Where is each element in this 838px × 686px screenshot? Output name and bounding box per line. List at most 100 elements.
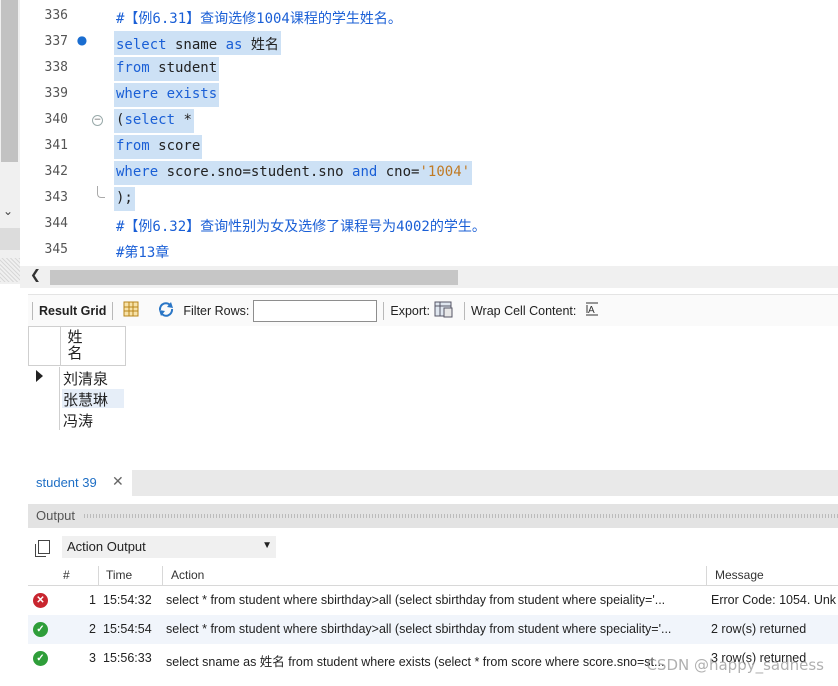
- line-number: 344: [44, 216, 68, 231]
- side-panel-splitter[interactable]: [0, 258, 20, 282]
- horizontal-scroll-thumb[interactable]: [50, 270, 458, 285]
- sql-token: 姓名: [242, 37, 279, 53]
- sql-keyword: from: [116, 60, 150, 76]
- grid-header: 姓名: [28, 326, 126, 366]
- sql-token: );: [116, 190, 133, 206]
- sql-comment: #第13章: [116, 245, 170, 261]
- sql-string: '1004': [419, 164, 471, 180]
- sql-editor[interactable]: 336 #【例6.31】查询选修1004课程的学生姓名。 337 ● select sn…: [20, 0, 838, 266]
- left-panel-strip: ⌄: [0, 0, 20, 284]
- column-header-num[interactable]: #: [63, 568, 70, 582]
- line-number: 345: [44, 242, 68, 257]
- row-number: 2: [89, 622, 96, 636]
- grid-cell[interactable]: 刘清泉: [62, 368, 108, 388]
- code-text[interactable]: #第13章: [114, 239, 171, 263]
- code-text[interactable]: #【例6.32】查询性别为女及选修了课程号为4002的学生。: [114, 213, 488, 237]
- line-number: 341: [44, 138, 68, 153]
- line-number: 336: [44, 8, 68, 23]
- filter-rows-input[interactable]: [253, 299, 378, 322]
- row-message: 2 row(s) returned: [711, 622, 807, 636]
- output-row[interactable]: ✓ 2 15:54:54 select * from student where sb…: [28, 615, 838, 644]
- current-statement-dot-icon: ●: [76, 33, 88, 47]
- grid-corner-cell[interactable]: [29, 327, 61, 365]
- sql-token: student: [149, 60, 218, 76]
- code-text[interactable]: );: [114, 187, 135, 211]
- grid-layout-icon[interactable]: [123, 301, 139, 320]
- code-line[interactable]: 339 where exists: [20, 82, 838, 108]
- code-line[interactable]: 336 #【例6.31】查询选修1004课程的学生姓名。: [20, 4, 838, 30]
- output-row[interactable]: ✕ 1 15:54:32 select * from student where sb…: [28, 586, 838, 615]
- refresh-filter-icon[interactable]: [157, 301, 175, 320]
- row-number: 1: [89, 593, 96, 607]
- sql-keyword: select: [124, 112, 176, 128]
- copy-icon[interactable]: [35, 540, 50, 557]
- scroll-left-arrow-icon[interactable]: ❮: [30, 268, 41, 283]
- line-number: 338: [44, 60, 68, 75]
- grid-cell[interactable]: 张慧琳: [62, 389, 124, 409]
- sql-token: cno=: [377, 164, 420, 180]
- column-header-action[interactable]: Action: [171, 568, 204, 582]
- close-icon[interactable]: ✕: [112, 474, 124, 490]
- column-header-message[interactable]: Message: [715, 568, 764, 582]
- code-line[interactable]: 342 where score.sno=student.sno and cno='…: [20, 160, 838, 186]
- column-separator[interactable]: [706, 566, 707, 586]
- row-header[interactable]: [28, 409, 60, 430]
- row-time: 15:56:33: [103, 651, 152, 665]
- grid-cell[interactable]: 冯涛: [62, 410, 93, 430]
- row-header[interactable]: [28, 367, 60, 388]
- code-text[interactable]: select sname as 姓名: [114, 31, 281, 55]
- toolbar-separator: [383, 301, 385, 320]
- chevron-down-icon[interactable]: ⌄: [3, 204, 13, 218]
- sql-keyword: select: [116, 37, 167, 53]
- fold-end-marker: [97, 186, 105, 198]
- output-type-select[interactable]: Action Output ▼: [62, 536, 276, 558]
- column-header-name[interactable]: 姓名: [65, 330, 85, 362]
- panel-grip[interactable]: [84, 514, 838, 518]
- code-line[interactable]: 345 #第13章: [20, 238, 838, 264]
- toolbar-separator: [32, 301, 33, 320]
- row-time: 15:54:32: [103, 593, 152, 607]
- code-line[interactable]: 341 from score: [20, 134, 838, 160]
- code-line[interactable]: 343);: [20, 186, 838, 212]
- line-number: 342: [44, 164, 68, 179]
- dropdown-arrow-icon[interactable]: ▼: [262, 540, 272, 551]
- export-label: Export:: [390, 303, 430, 318]
- code-text[interactable]: where score.sno=student.sno and cno='100…: [114, 161, 473, 185]
- code-text[interactable]: from score: [114, 135, 203, 159]
- code-line[interactable]: 338 from student: [20, 56, 838, 82]
- filter-rows-label: Filter Rows:: [183, 303, 250, 318]
- column-header-time[interactable]: Time: [106, 568, 132, 582]
- grid-row[interactable]: 冯涛: [28, 409, 126, 430]
- wrap-cell-icon[interactable]: A: [584, 301, 600, 320]
- code-text[interactable]: (select *: [114, 109, 194, 133]
- code-line[interactable]: 337 ● select sname as 姓名: [20, 30, 838, 56]
- fold-toggle-icon[interactable]: −: [92, 115, 103, 126]
- column-separator[interactable]: [162, 566, 163, 586]
- sql-token: *: [175, 112, 192, 128]
- code-text[interactable]: #【例6.31】查询选修1004课程的学生姓名。: [114, 5, 404, 29]
- horizontal-scrollbar[interactable]: ❮: [20, 266, 838, 288]
- line-number: 337: [44, 34, 68, 49]
- current-row-pointer-icon: [36, 370, 43, 382]
- tab-label: student 39: [36, 475, 97, 490]
- vertical-scroll-thumb[interactable]: [1, 0, 18, 162]
- result-grid-button[interactable]: Result Grid: [39, 304, 106, 318]
- row-time: 15:54:54: [103, 622, 152, 636]
- code-text[interactable]: where exists: [114, 83, 220, 107]
- row-action: select * from student where sbirthday>al…: [166, 622, 672, 636]
- sql-keyword: where: [116, 164, 159, 180]
- row-header[interactable]: [28, 388, 60, 409]
- code-text[interactable]: from student: [114, 57, 220, 81]
- row-action: select * from student where sbirthday>al…: [166, 593, 666, 607]
- code-line[interactable]: 344 #【例6.32】查询性别为女及选修了课程号为4002的学生。: [20, 212, 838, 238]
- grid-row[interactable]: 张慧琳: [28, 388, 126, 409]
- grid-row[interactable]: 刘清泉: [28, 367, 126, 388]
- line-number: 343: [44, 190, 68, 205]
- error-status-icon: ✕: [33, 593, 48, 608]
- export-icon[interactable]: [434, 300, 454, 321]
- sql-comment: #【例6.31】查询选修1004课程的学生姓名。: [116, 11, 402, 27]
- sql-token: score: [149, 138, 201, 154]
- result-toolbar: Result Grid Filter Rows: Export: Wrap Ce…: [28, 294, 838, 326]
- code-line[interactable]: 340 − (select *: [20, 108, 838, 134]
- column-separator[interactable]: [98, 566, 99, 586]
